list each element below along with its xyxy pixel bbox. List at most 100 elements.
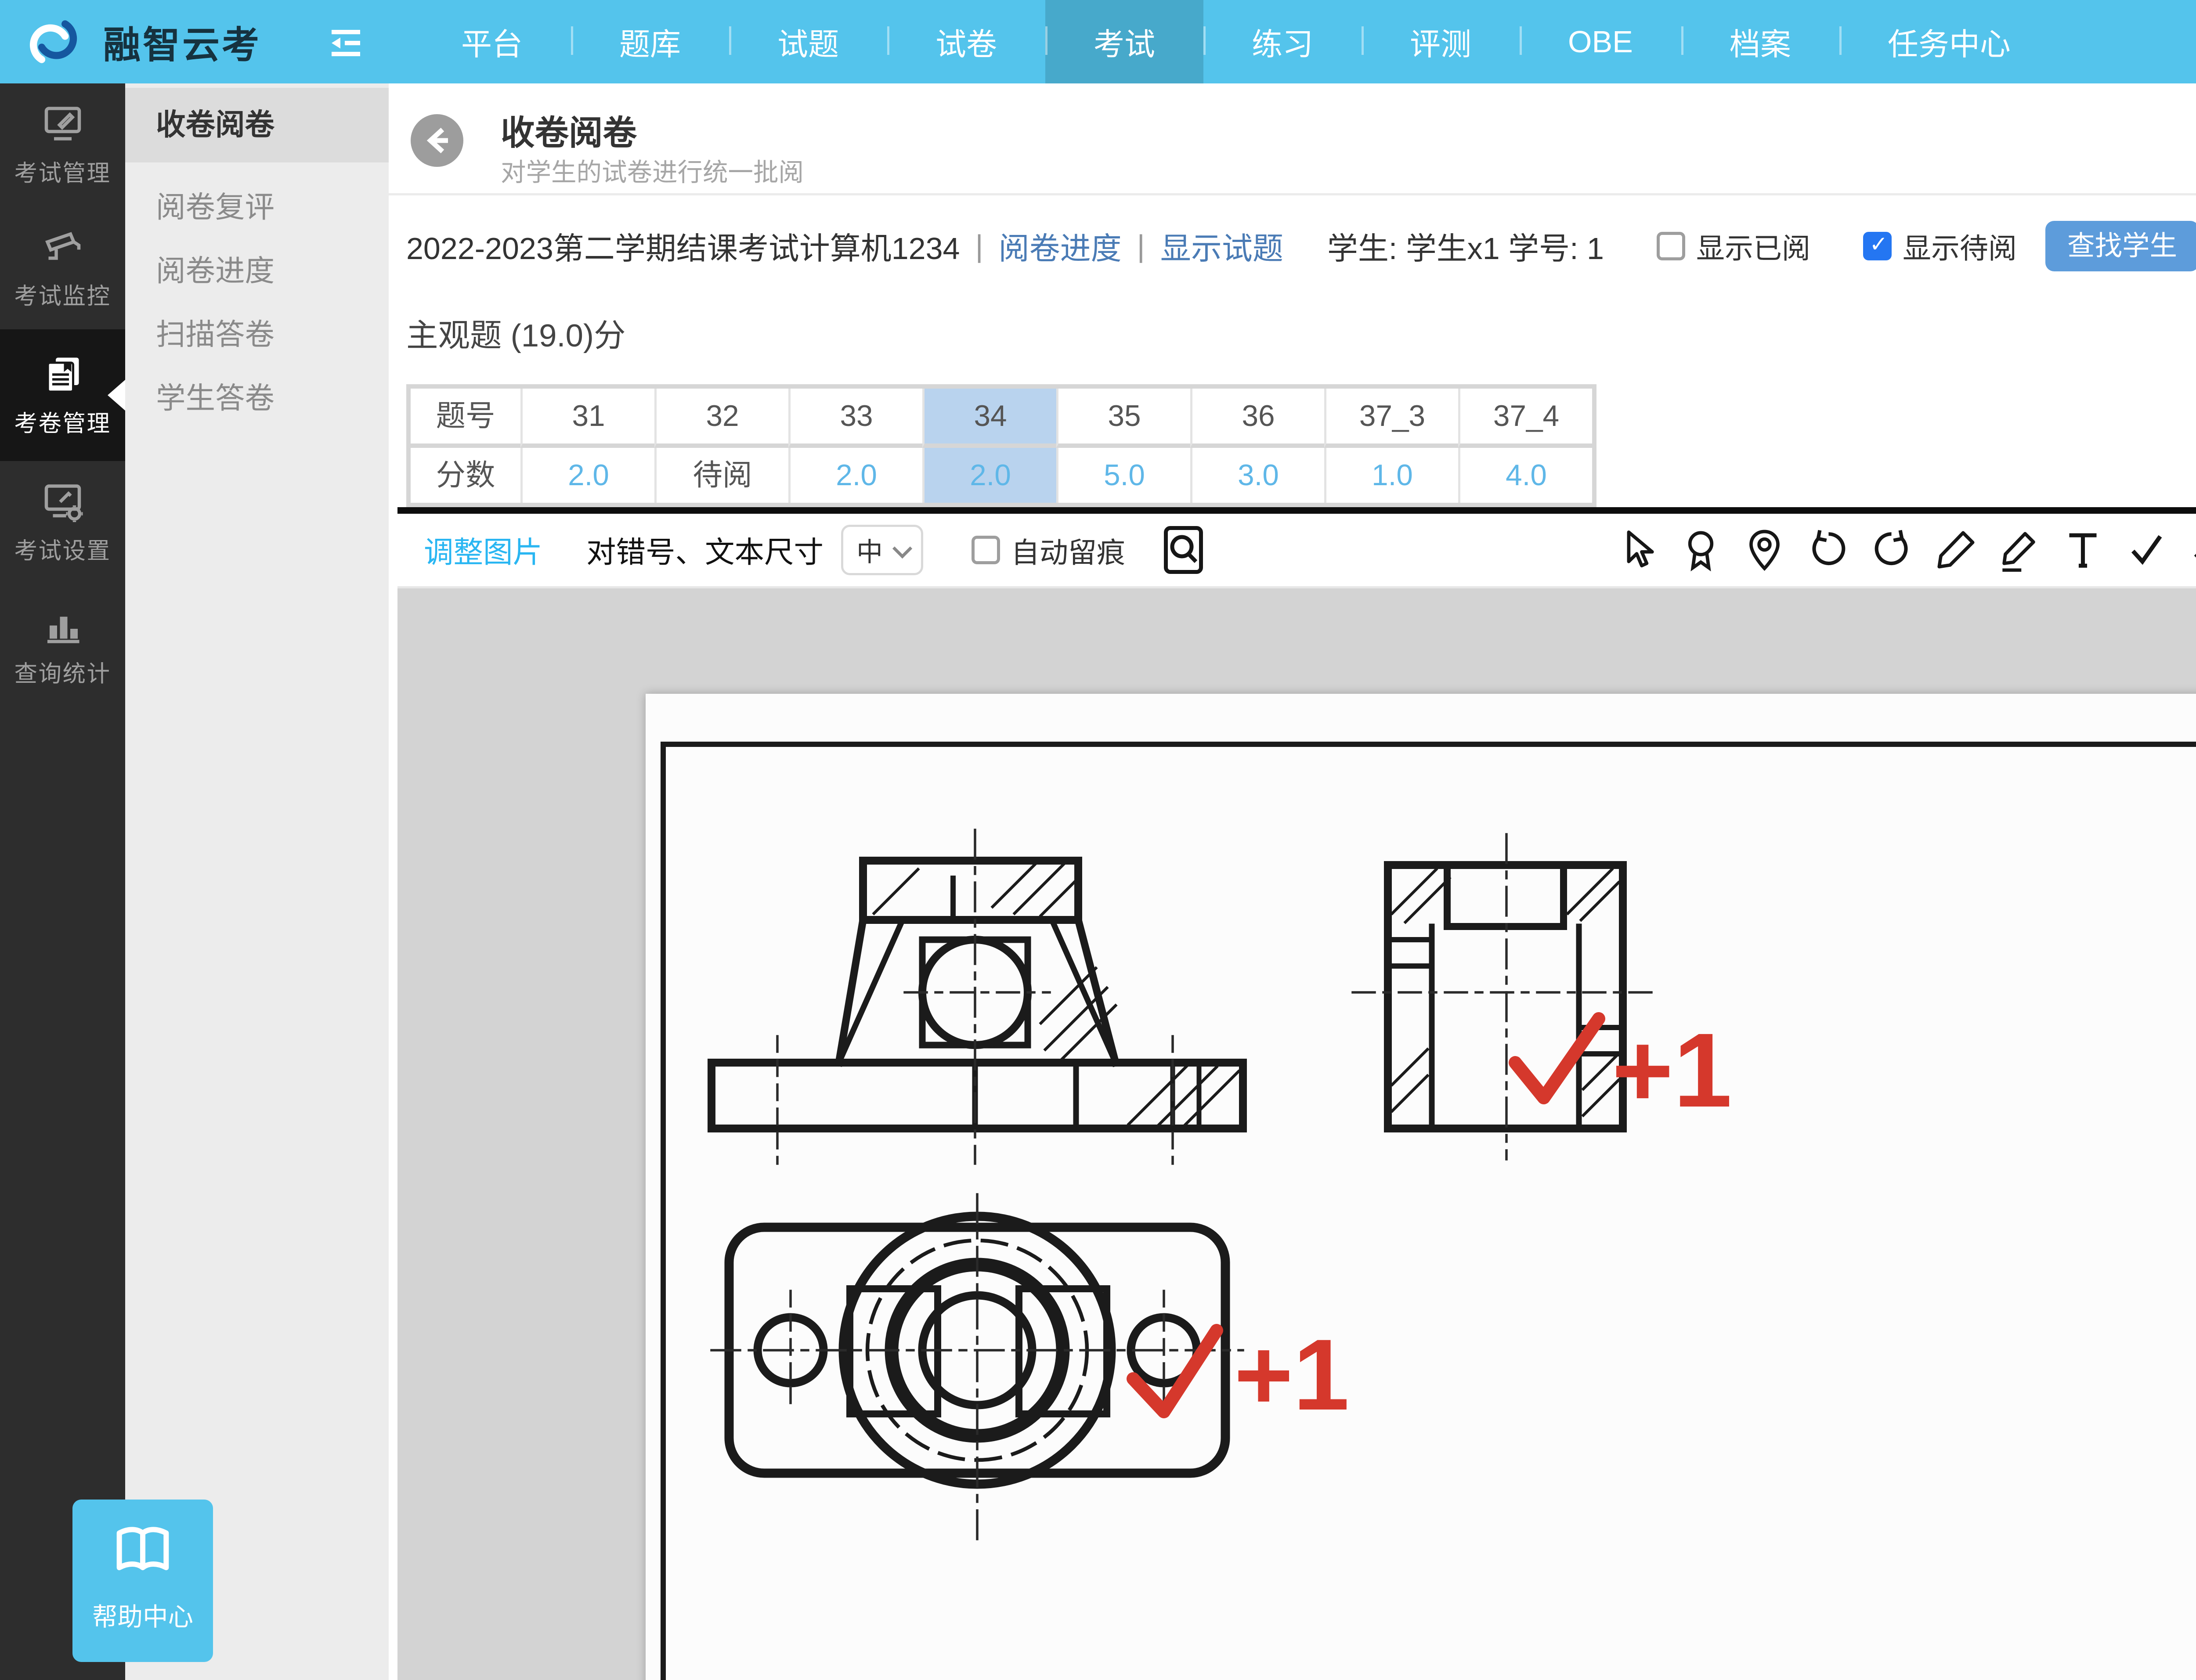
submenu-label: 学生答卷	[156, 382, 274, 415]
chevron-down-icon	[892, 538, 912, 558]
submenu-item-review-progress[interactable]: 阅卷进度	[125, 239, 389, 303]
show-question-link[interactable]: 显示试题	[1160, 224, 1283, 268]
submenu-label: 扫描答卷	[156, 318, 274, 351]
nav-item-papers[interactable]: 试卷	[887, 0, 1045, 83]
adjust-image-link[interactable]: 调整图片	[424, 529, 542, 571]
half-check-icon[interactable]	[2187, 527, 2196, 573]
checkbox-checked-icon[interactable]	[1863, 232, 1892, 260]
nav-item-exam[interactable]: 考试	[1045, 0, 1203, 83]
find-student-button[interactable]: 查找学生	[2045, 221, 2196, 271]
submenu-label: 收卷阅卷	[156, 108, 274, 141]
nav-label: 题库	[619, 20, 681, 64]
sidebar-item-paper-management[interactable]: 考卷管理	[0, 329, 125, 461]
checkbox-label: 自动留痕	[1011, 530, 1125, 571]
annotation-tools	[1614, 526, 2196, 574]
edit-pen-icon[interactable]	[1996, 527, 2042, 573]
nav-item-questions[interactable]: 试题	[729, 0, 887, 83]
score-cell[interactable]: 4.0	[1458, 448, 1592, 503]
paper-management-icon	[41, 352, 85, 396]
top-nav-bar: 融智云考 平台 题库 试题 试卷 考试 练习 评测 OBE 档案 任务中心	[0, 0, 2196, 83]
exam-monitoring-icon	[41, 225, 85, 269]
sidebar-item-query-statistics[interactable]: 查询统计	[0, 584, 125, 707]
nav-label: 任务中心	[1888, 20, 2011, 64]
exam-title: 2022-2023第二学期结课考试计算机1234	[406, 224, 960, 268]
pencil-icon[interactable]	[1932, 527, 1979, 573]
back-button[interactable]	[408, 112, 466, 169]
nav-label: 档案	[1730, 20, 1791, 64]
check-mark-icon[interactable]	[2124, 527, 2170, 573]
nav-item-archive[interactable]: 档案	[1681, 0, 1839, 83]
submenu-label: 阅卷复评	[156, 191, 274, 224]
annotation-plus-one: +1	[1612, 1011, 1732, 1129]
brand-logo-icon	[20, 9, 86, 75]
help-center-button[interactable]: 帮助中心	[72, 1500, 213, 1662]
nav-label: 平台	[461, 20, 523, 64]
checkbox-unchecked-icon[interactable]	[972, 536, 1000, 564]
mark-size-select[interactable]: 中	[841, 525, 923, 575]
score-cell-pending[interactable]: 待阅	[654, 448, 788, 503]
annotation-plus-one: +1	[1234, 1318, 1349, 1431]
score-cell[interactable]: 2.0	[788, 448, 922, 503]
stamp-badge-icon[interactable]	[1678, 527, 1724, 573]
sidebar-item-exam-management[interactable]: 考试管理	[0, 83, 125, 206]
answer-image-viewer: 调整图片 对错号、文本尺寸 中 自动留痕	[397, 507, 2196, 1680]
score-cell[interactable]: 3.0	[1190, 448, 1324, 503]
text-tool-icon[interactable]	[2060, 527, 2106, 573]
score-cell[interactable]: 5.0	[1056, 448, 1190, 503]
grading-marks	[1133, 1019, 1599, 1412]
main-nav: 平台 题库 试题 试卷 考试 练习 评测 OBE 档案 任务中心	[413, 0, 2059, 83]
viewer-canvas[interactable]: +1 +1	[397, 588, 2196, 1680]
submenu-item-review-reevaluate[interactable]: 阅卷复评	[125, 176, 389, 239]
question-tab-32[interactable]: 32	[654, 389, 788, 448]
magnifier-doc-icon[interactable]	[1160, 525, 1206, 575]
checkbox-unchecked-icon[interactable]	[1657, 232, 1685, 260]
separator: |	[975, 228, 983, 263]
question-score-table: 题号 31 32 33 34 35 36 37_3 37_4 分数 2.0 待阅…	[406, 384, 1596, 507]
brand-title: 融智云考	[103, 15, 261, 69]
exam-settings-icon	[41, 479, 85, 523]
help-center-label: 帮助中心	[92, 1596, 193, 1633]
question-tab-36[interactable]: 36	[1190, 389, 1324, 448]
sidebar-item-exam-settings[interactable]: 考试设置	[0, 461, 125, 584]
score-cell-selected[interactable]: 2.0	[922, 448, 1056, 503]
nav-item-question-bank[interactable]: 题库	[571, 0, 729, 83]
collapse-menu-icon[interactable]	[327, 26, 365, 67]
score-cell[interactable]: 2.0	[520, 448, 654, 503]
auto-trace-checkbox[interactable]: 自动留痕	[972, 530, 1125, 571]
review-progress-link[interactable]: 阅卷进度	[999, 224, 1122, 268]
nav-item-platform[interactable]: 平台	[413, 0, 571, 83]
select-cursor-icon[interactable]	[1614, 527, 1660, 573]
location-pin-icon[interactable]	[1741, 527, 1788, 573]
subjective-section-title: 主观题 (19.0)分	[406, 310, 2196, 356]
sidebar-item-label: 考试监控	[14, 278, 111, 311]
answer-sheet-image[interactable]: +1 +1	[646, 694, 2196, 1680]
secondary-sidebar: 收卷阅卷 阅卷复评 阅卷进度 扫描答卷 学生答卷	[125, 83, 389, 1680]
submenu-item-student-papers[interactable]: 学生答卷	[125, 367, 389, 430]
primary-sidebar: 考试管理 考试监控 考卷管理 考试设置	[0, 83, 125, 1680]
nav-item-practice[interactable]: 练习	[1203, 0, 1362, 83]
question-tab-37_4[interactable]: 37_4	[1458, 389, 1592, 448]
score-cell[interactable]: 1.0	[1324, 448, 1458, 503]
submenu-item-scan-papers[interactable]: 扫描答卷	[125, 303, 389, 367]
sidebar-item-label: 考卷管理	[14, 405, 111, 438]
question-tab-33[interactable]: 33	[788, 389, 922, 448]
undo-icon[interactable]	[1805, 527, 1851, 573]
query-statistics-icon	[41, 602, 85, 646]
show-pending-checkbox[interactable]: 显示待阅	[1863, 225, 2017, 267]
question-tab-35[interactable]: 35	[1056, 389, 1190, 448]
redo-icon[interactable]	[1869, 527, 1915, 573]
question-tab-31[interactable]: 31	[520, 389, 654, 448]
page-title: 收卷阅卷	[501, 105, 637, 155]
sidebar-item-exam-monitoring[interactable]: 考试监控	[0, 206, 125, 329]
nav-item-obe[interactable]: OBE	[1520, 0, 1681, 83]
submenu-item-collect-review[interactable]: 收卷阅卷	[125, 88, 389, 162]
submenu-label: 阅卷进度	[156, 255, 274, 288]
nav-item-task-center[interactable]: 任务中心	[1839, 0, 2059, 83]
question-tab-34-selected[interactable]: 34	[922, 389, 1056, 448]
app-window: 融智云考 平台 题库 试题 试卷 考试 练习 评测 OBE 档案 任务中心	[0, 0, 2196, 1680]
question-tab-37_3[interactable]: 37_3	[1324, 389, 1458, 448]
open-book-icon	[112, 1524, 173, 1576]
show-reviewed-checkbox[interactable]: 显示已阅	[1657, 225, 1810, 267]
nav-item-evaluation[interactable]: 评测	[1362, 0, 1520, 83]
checkbox-label: 显示待阅	[1903, 225, 2017, 267]
